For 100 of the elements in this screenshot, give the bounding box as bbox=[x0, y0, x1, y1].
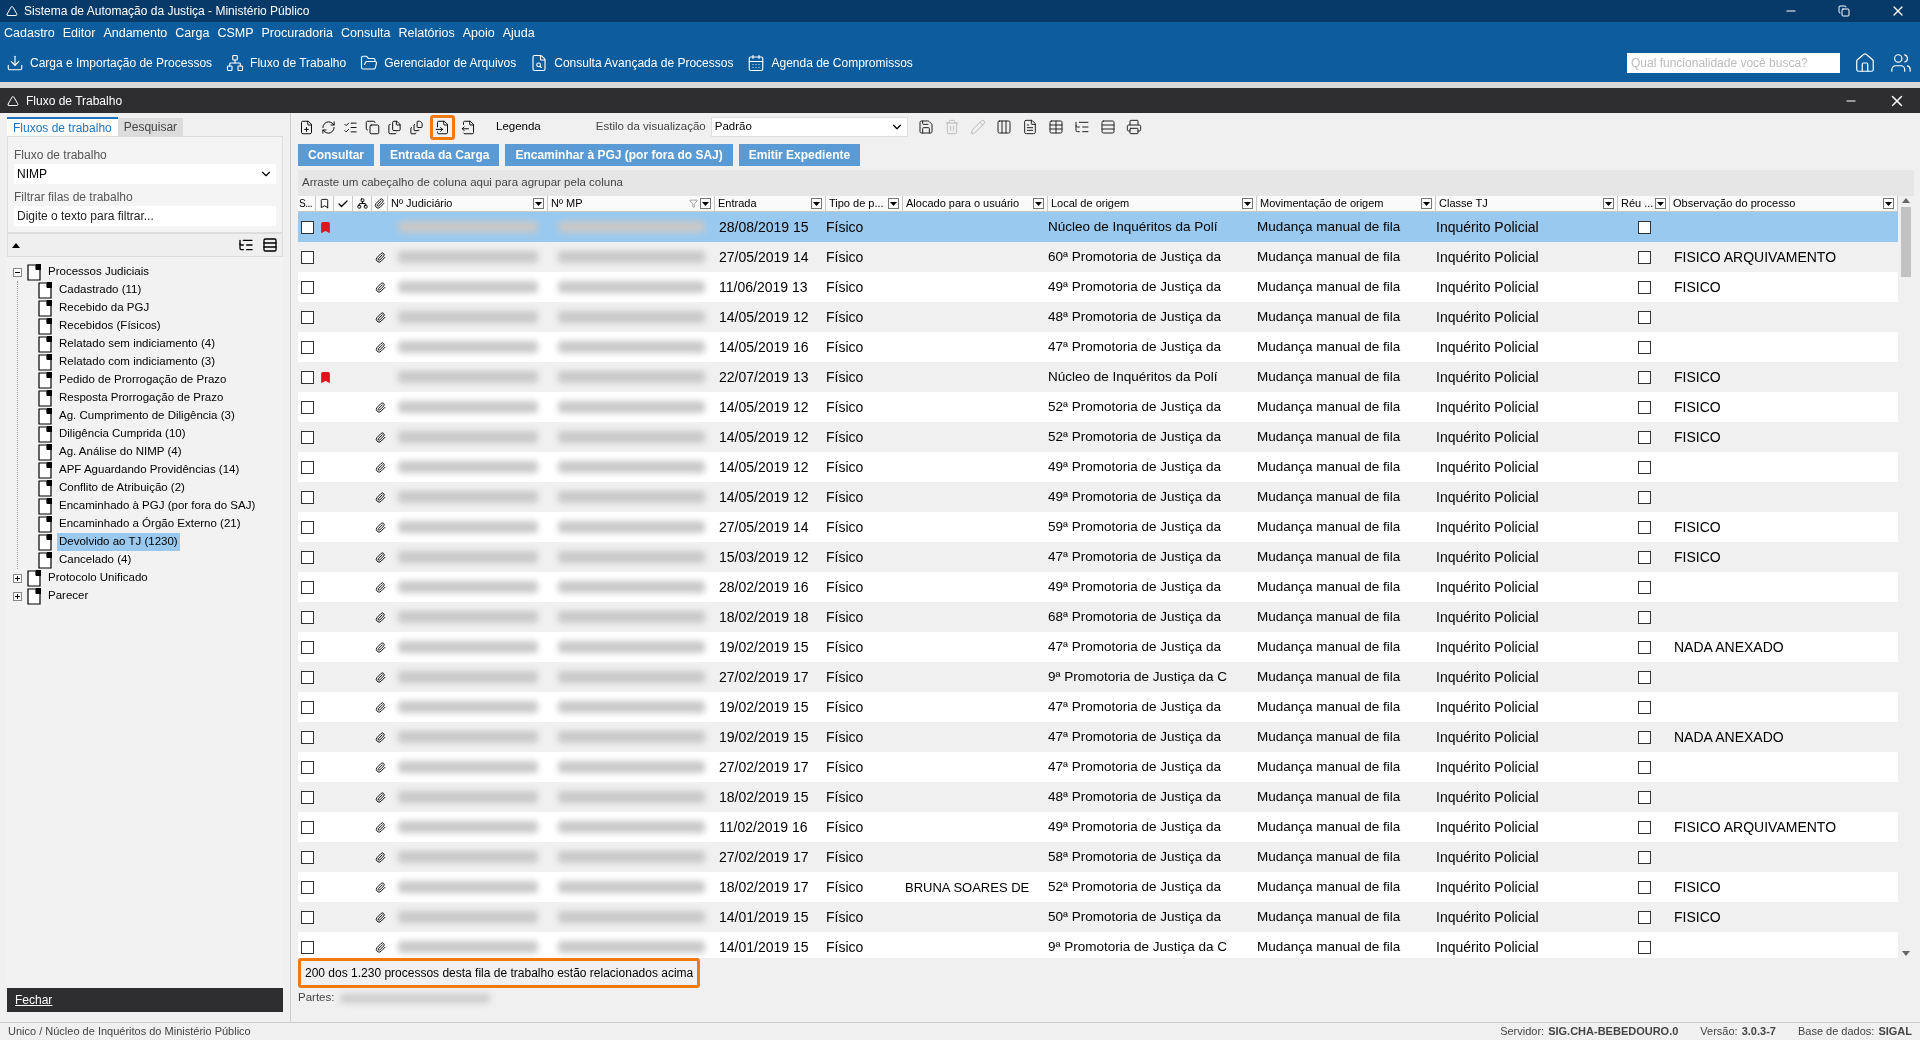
column-header[interactable]: Nº Judiciário bbox=[391, 195, 531, 212]
checkbox[interactable] bbox=[300, 670, 314, 684]
checkbox[interactable] bbox=[1637, 610, 1651, 624]
list-icon[interactable] bbox=[262, 237, 278, 253]
checkbox[interactable] bbox=[1637, 400, 1651, 414]
checkbox[interactable] bbox=[1637, 280, 1651, 294]
column-header[interactable]: Nº MP bbox=[551, 195, 687, 212]
checkbox[interactable] bbox=[1637, 850, 1651, 864]
tree-icon[interactable] bbox=[238, 237, 254, 253]
view-tool-icon[interactable] bbox=[1021, 119, 1038, 135]
toolbar-button[interactable]: Agenda de Compromissos bbox=[747, 54, 913, 72]
checkbox[interactable] bbox=[300, 880, 314, 894]
view-tool-icon[interactable] bbox=[1073, 119, 1090, 135]
view-tool-icon[interactable] bbox=[1125, 119, 1142, 135]
tool-button[interactable] bbox=[460, 118, 477, 136]
toolbar-button[interactable]: Consulta Avançada de Processos bbox=[530, 54, 734, 72]
filter-dropdown[interactable] bbox=[1421, 198, 1432, 209]
legend-label[interactable]: Legenda bbox=[496, 118, 541, 136]
toolbar-button[interactable]: Carga e Importação de Processos bbox=[6, 54, 213, 72]
home-icon[interactable] bbox=[1854, 52, 1876, 74]
filter-dropdown[interactable] bbox=[1655, 198, 1666, 209]
table-row[interactable]: 28/08/2019 15 Físico Núcleo de Inquéritos da Polí Mudança manual de fila Inquérito Policial bbox=[298, 212, 1898, 242]
tool-button[interactable] bbox=[298, 118, 315, 136]
tree-item[interactable]: Cadastrado (11) bbox=[57, 281, 144, 299]
table-row[interactable]: 19/02/2019 15 Físico 47ª Promotoria de Justiça da Mudança manual de fila Inquérito Policial bbox=[298, 692, 1898, 722]
filter-dropdown[interactable] bbox=[1033, 198, 1044, 209]
tree-item[interactable]: Diligência Cumprida (10) bbox=[57, 425, 188, 443]
checkbox[interactable] bbox=[300, 730, 314, 744]
checkbox[interactable] bbox=[300, 340, 314, 354]
tool-button[interactable] bbox=[386, 118, 403, 136]
tree-item[interactable]: Ag. Análise do NIMP (4) bbox=[57, 443, 184, 461]
checkbox[interactable] bbox=[300, 490, 314, 504]
table-row[interactable]: 14/05/2019 16 Físico 47ª Promotoria de Justiça da Mudança manual de fila Inquérito Policial bbox=[298, 332, 1898, 362]
checkbox[interactable] bbox=[1637, 340, 1651, 354]
collapse-icon[interactable] bbox=[12, 242, 20, 248]
checkbox[interactable] bbox=[300, 610, 314, 624]
checkbox[interactable] bbox=[300, 280, 314, 294]
close-button[interactable]: Fechar bbox=[7, 988, 283, 1012]
expander-icon[interactable] bbox=[13, 591, 22, 601]
checkbox[interactable] bbox=[1637, 790, 1651, 804]
checkbox[interactable] bbox=[300, 790, 314, 804]
tree-item[interactable]: Recebido da PGJ bbox=[57, 299, 152, 317]
tree-item[interactable]: Relatado sem indiciamento (4) bbox=[57, 335, 217, 353]
tree-item[interactable]: Devolvido ao TJ (1230) bbox=[57, 533, 180, 551]
table-row[interactable]: 14/05/2019 12 Físico 52ª Promotoria de Justiça da Mudança manual de fila Inquérito Policial FISICO bbox=[298, 392, 1898, 422]
filter-dropdown[interactable] bbox=[1603, 198, 1614, 209]
tree-item[interactable]: Pedido de Prorrogação de Prazo bbox=[57, 371, 229, 389]
checkbox[interactable] bbox=[300, 520, 314, 534]
filter-dropdown[interactable] bbox=[1883, 198, 1894, 209]
table-row[interactable]: 27/05/2019 14 Físico 59ª Promotoria de Justiça da Mudança manual de fila Inquérito Policial FISICO bbox=[298, 512, 1898, 542]
search-field[interactable]: Qual funcionalidade você busca? bbox=[1627, 53, 1840, 73]
tree-item[interactable]: Encaminhado à PGJ (por fora do SAJ) bbox=[57, 497, 258, 515]
column-header[interactable]: S... bbox=[299, 196, 312, 211]
checkbox[interactable] bbox=[300, 400, 314, 414]
checkbox[interactable] bbox=[1637, 730, 1651, 744]
tree-item[interactable]: Protocolo Unificado bbox=[46, 569, 150, 587]
view-style-select[interactable]: Padrão bbox=[710, 117, 908, 137]
checkbox[interactable] bbox=[300, 640, 314, 654]
table-row[interactable]: 11/06/2019 13 Físico 49ª Promotoria de Justiça da Mudança manual de fila Inquérito Policial FISICO bbox=[298, 272, 1898, 302]
table-row[interactable]: 11/02/2019 16 Físico 49ª Promotoria de Justiça da Mudança manual de fila Inquérito Policial FISICO ARQUIVAMENTO bbox=[298, 812, 1898, 842]
menu-item[interactable]: Ajuda bbox=[502, 23, 535, 43]
column-header[interactable]: Tipo de p... bbox=[829, 195, 886, 212]
checkbox[interactable] bbox=[1637, 250, 1651, 264]
tree-item[interactable]: Ag. Cumprimento de Diligência (3) bbox=[57, 407, 237, 425]
tree-item[interactable]: Resposta Prorrogação de Prazo bbox=[57, 389, 226, 407]
menu-item[interactable]: Carga bbox=[175, 23, 210, 43]
menu-item[interactable]: Cadastro bbox=[4, 23, 55, 43]
menu-item[interactable]: Editor bbox=[62, 23, 96, 43]
checkbox[interactable] bbox=[1637, 520, 1651, 534]
checkbox[interactable] bbox=[300, 850, 314, 864]
menu-item[interactable]: CSMP bbox=[217, 23, 254, 43]
tab[interactable]: Fluxos de trabalho bbox=[7, 117, 118, 136]
tool-button[interactable] bbox=[408, 118, 425, 136]
table-row[interactable]: 14/05/2019 12 Físico 49ª Promotoria de Justiça da Mudança manual de fila Inquérito Policial bbox=[298, 452, 1898, 482]
checkbox[interactable] bbox=[300, 460, 314, 474]
filter-dropdown[interactable] bbox=[888, 198, 899, 209]
checkbox[interactable] bbox=[300, 760, 314, 774]
column-header[interactable]: Movimentação de origem bbox=[1260, 195, 1419, 212]
column-header[interactable]: Observação do processo bbox=[1673, 195, 1881, 212]
workflow-select[interactable]: NIMP bbox=[14, 164, 276, 184]
checkbox[interactable] bbox=[300, 550, 314, 564]
checkbox[interactable] bbox=[300, 250, 314, 264]
checkbox[interactable] bbox=[300, 370, 314, 384]
menu-item[interactable]: Consulta bbox=[341, 23, 391, 43]
expander-icon[interactable] bbox=[13, 573, 22, 583]
tree-item[interactable]: APF Aguardando Providências (14) bbox=[57, 461, 242, 479]
table-row[interactable]: 28/02/2019 16 Físico 49ª Promotoria de Justiça da Mudança manual de fila Inquérito Policial bbox=[298, 572, 1898, 602]
checkbox[interactable] bbox=[300, 430, 314, 444]
table-row[interactable]: 27/02/2019 17 Físico 47ª Promotoria de Justiça da Mudança manual de fila Inquérito Policial bbox=[298, 752, 1898, 782]
column-header[interactable]: Local de origem bbox=[1051, 195, 1240, 212]
checkbox[interactable] bbox=[1637, 760, 1651, 774]
checkbox[interactable] bbox=[300, 940, 314, 954]
column-header[interactable]: Alocado para o usuário bbox=[906, 195, 1031, 212]
checkbox[interactable] bbox=[300, 820, 314, 834]
tree-item[interactable]: Encaminhado a Órgão Externo (21) bbox=[57, 515, 243, 533]
checkbox[interactable] bbox=[1637, 910, 1651, 924]
filter-dropdown[interactable] bbox=[533, 198, 544, 209]
checkbox[interactable] bbox=[1637, 550, 1651, 564]
view-tool-icon[interactable] bbox=[1047, 119, 1064, 135]
checkbox[interactable] bbox=[1637, 370, 1651, 384]
